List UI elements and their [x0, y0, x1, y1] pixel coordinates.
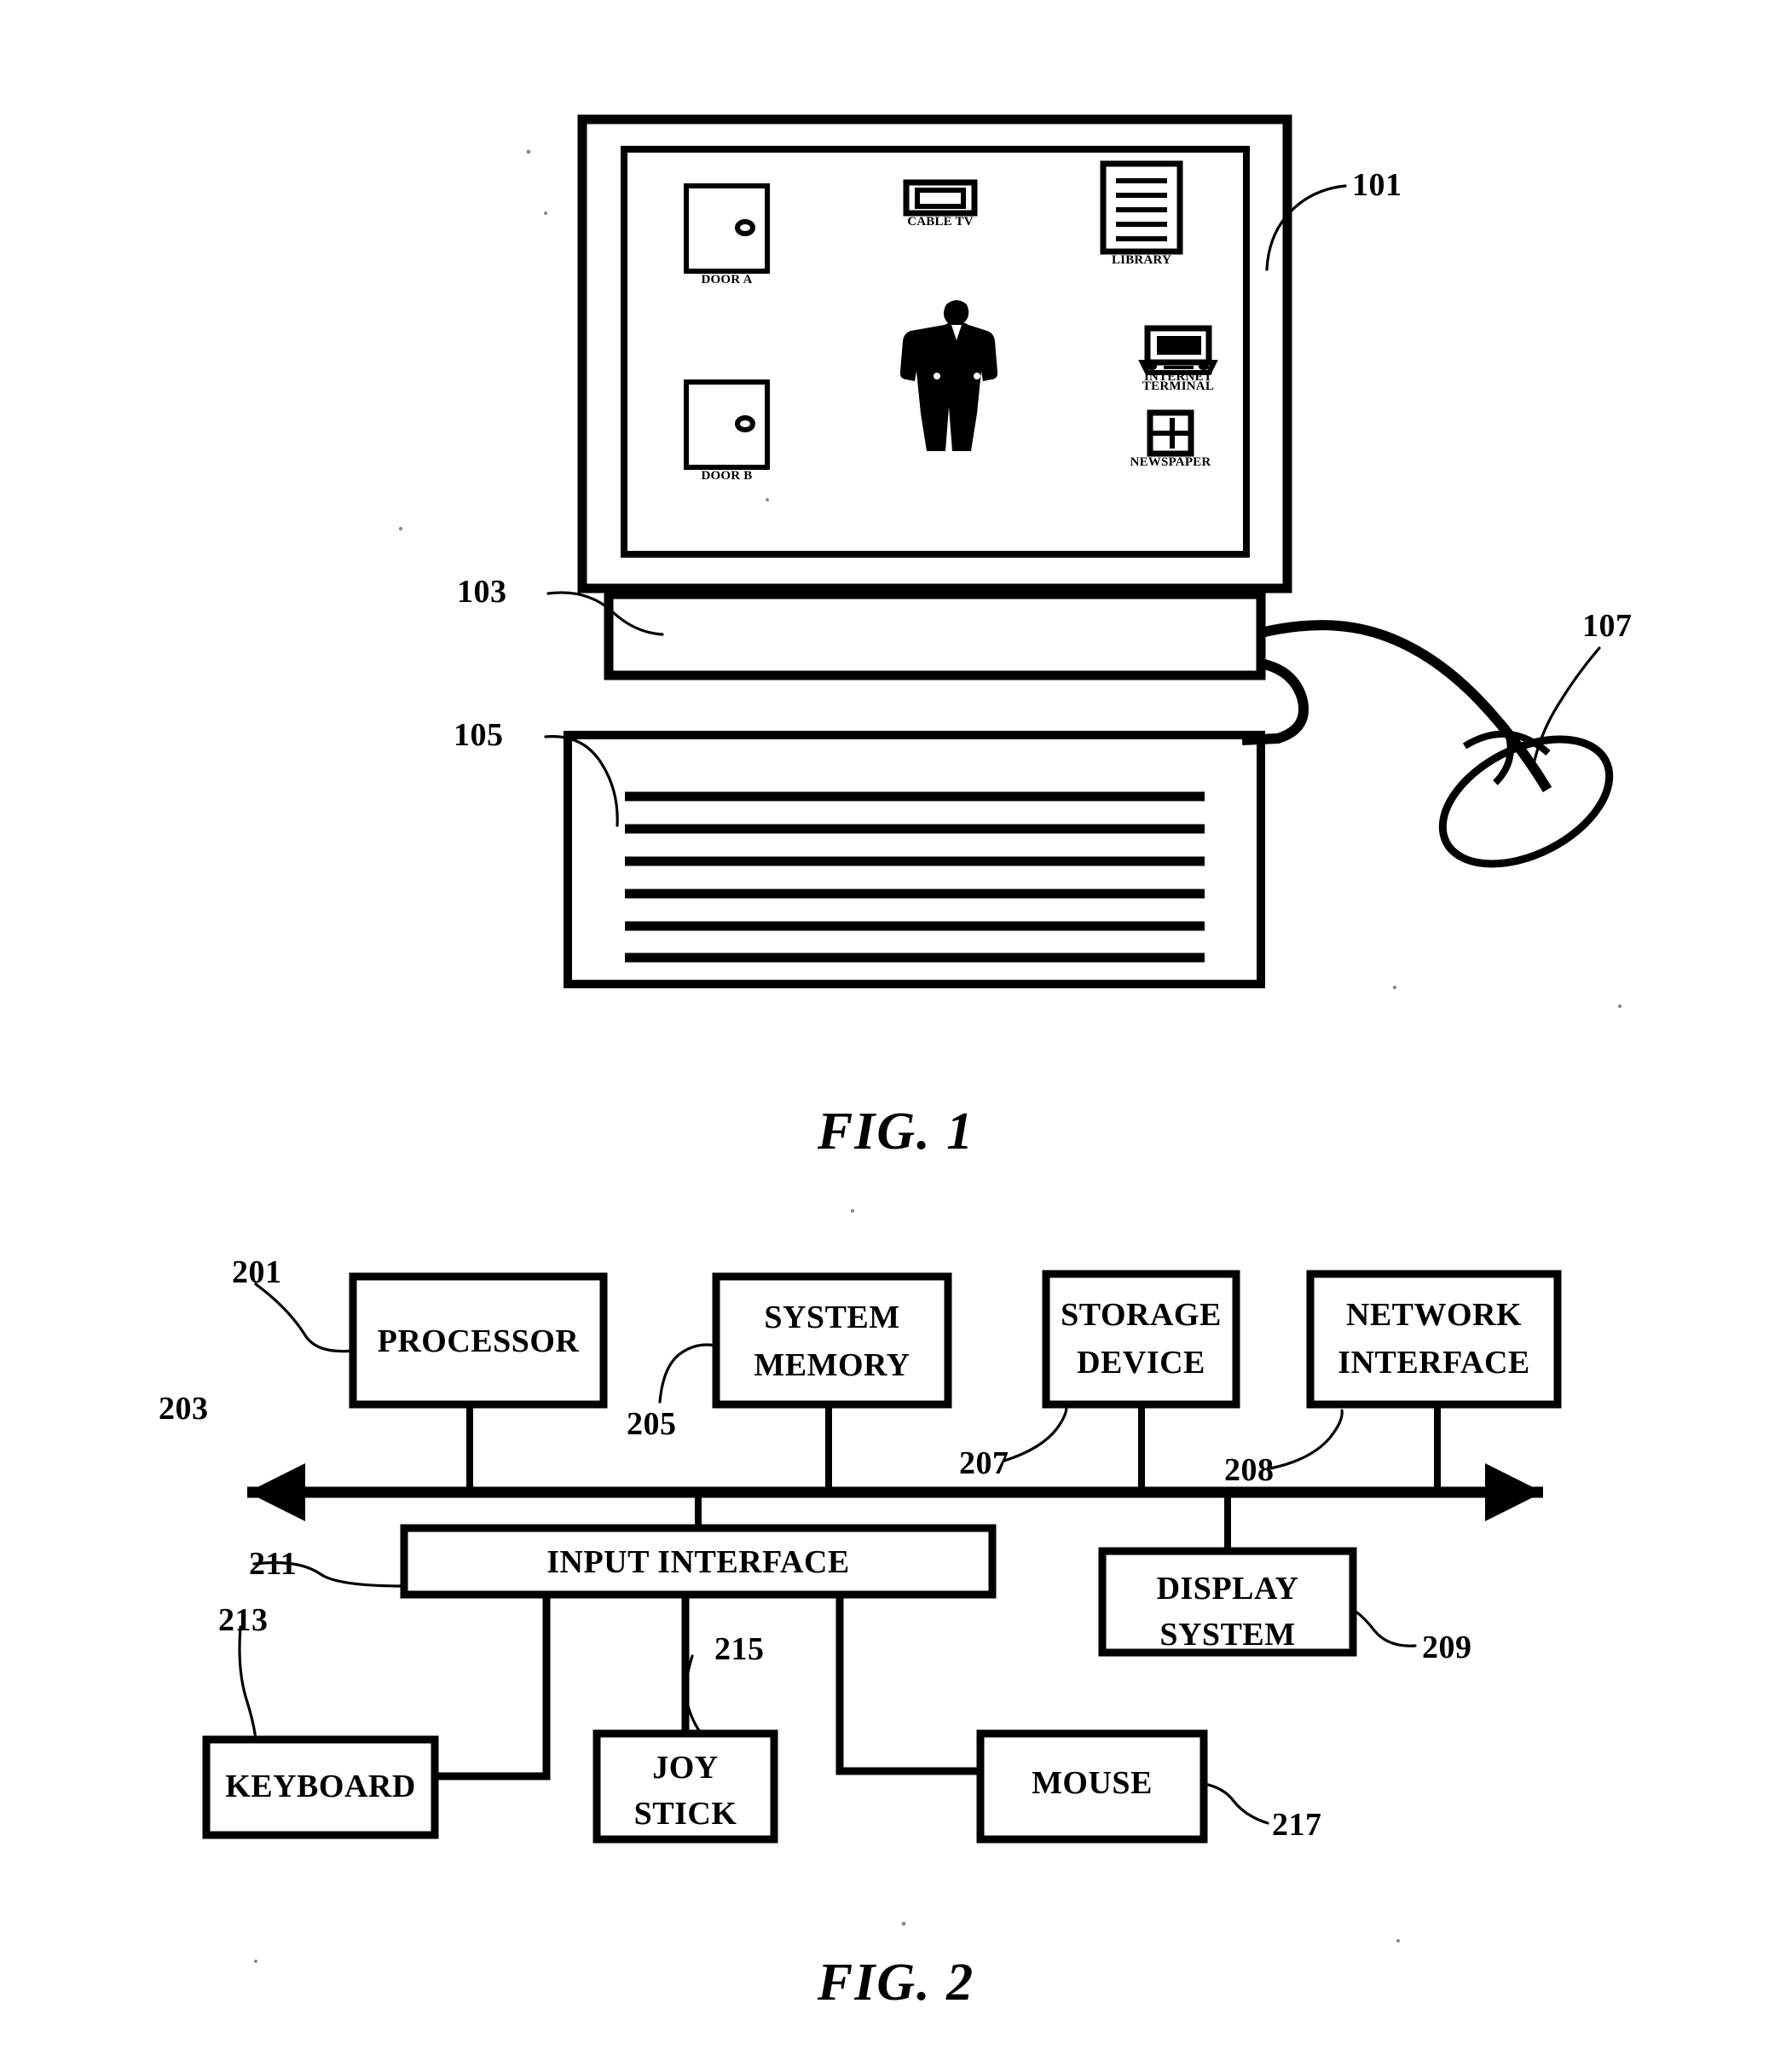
joy-stick-label-line2: STICK	[633, 1796, 737, 1832]
ref-numeral-215: 215	[714, 1631, 765, 1667]
ref-numeral-208: 208	[1224, 1452, 1275, 1488]
ref-numeral-203: 203	[159, 1391, 209, 1427]
figure-2-caption: FIG. 2	[817, 1954, 975, 2012]
network-interface-label-line2: INTERFACE	[1338, 1345, 1530, 1381]
ref-numeral-205: 205	[627, 1406, 677, 1442]
keyboard-block-label: KEYBOARD	[225, 1769, 416, 1804]
ref-numeral-207: 207	[959, 1445, 1009, 1481]
network-interface-label-line1: NETWORK	[1345, 1297, 1523, 1333]
mouse-block-label: MOUSE	[1032, 1765, 1153, 1801]
input-interface-block-label: INPUT INTERFACE	[546, 1544, 850, 1580]
display-system-block-label: DISPLAY SYSTEM	[1102, 1566, 1353, 1658]
ref-numeral-211: 211	[249, 1546, 298, 1582]
storage-device-label-line1: STORAGE	[1061, 1297, 1222, 1333]
ref-numeral-209: 209	[1422, 1630, 1472, 1665]
ref-numeral-213: 213	[218, 1602, 269, 1638]
patent-drawing-sheet: DOOR A DOOR B CABLE TV LIBRARY INTERNET …	[0, 0, 1792, 2067]
system-memory-block-label: SYSTEM MEMORY	[716, 1294, 948, 1389]
joy-stick-block-label: JOY STICK	[597, 1745, 774, 1837]
network-interface-block-label: NETWORK INTERFACE	[1310, 1291, 1558, 1387]
storage-device-block-label: STORAGE DEVICE	[1046, 1291, 1236, 1387]
processor-block-label: PROCESSOR	[377, 1323, 580, 1359]
figure-2-graphic	[202, 1208, 1562, 1963]
storage-device-label-line2: DEVICE	[1077, 1345, 1205, 1381]
ref-numeral-217: 217	[1272, 1807, 1322, 1843]
system-memory-label-line1: SYSTEM	[764, 1300, 900, 1335]
ref-numeral-201: 201	[232, 1254, 282, 1290]
display-system-label-line2: SYSTEM	[1159, 1617, 1296, 1653]
display-system-label-line1: DISPLAY	[1156, 1571, 1299, 1607]
joy-stick-label-line1: JOY	[652, 1750, 719, 1786]
system-memory-label-line2: MEMORY	[754, 1347, 910, 1383]
